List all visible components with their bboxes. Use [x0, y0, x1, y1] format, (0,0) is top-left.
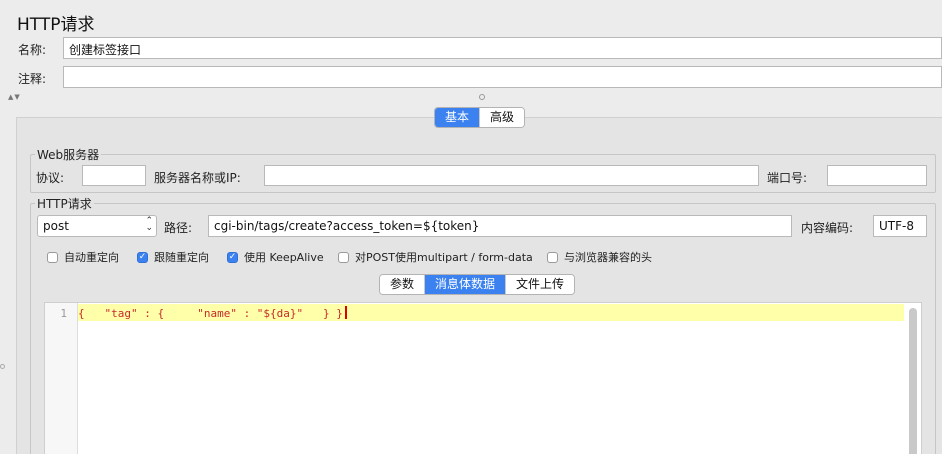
body-data-editor[interactable]: 1 { "tag" : { "name" : "${da}" } }: [44, 302, 922, 454]
http-request-group-title: HTTP请求: [35, 195, 94, 212]
port-label: 端口号:: [767, 171, 808, 185]
browser-headers-label: 与浏览器兼容的头: [564, 251, 652, 264]
tab-body-data[interactable]: 消息体数据: [425, 275, 507, 294]
body-tabs: 参数 消息体数据 文件上传: [379, 274, 576, 295]
follow-redirect-label: 跟随重定向: [154, 251, 209, 264]
keepalive-label: 使用 KeepAlive: [244, 251, 324, 264]
main-tabs: 基本 高级: [434, 107, 526, 128]
multipart-checkbox[interactable]: 对POST使用multipart / form-data: [338, 249, 533, 265]
checkbox-icon: [47, 251, 58, 263]
text-caret: [344, 306, 347, 319]
code-text: { "tag" : { "name" : "${da}" } }: [78, 307, 343, 320]
splitter-handle[interactable]: [479, 94, 485, 100]
web-server-group-title: Web服务器: [35, 146, 102, 163]
side-splitter-handle[interactable]: [0, 364, 5, 369]
port-field[interactable]: [827, 165, 927, 186]
code-line[interactable]: { "tag" : { "name" : "${da}" } }: [78, 306, 347, 320]
checkmark-icon: ✓: [137, 251, 148, 263]
checkbox-icon: [338, 251, 349, 263]
server-field[interactable]: [264, 165, 759, 186]
name-field[interactable]: 创建标签接口: [63, 37, 942, 59]
tab-basic[interactable]: 基本: [435, 108, 481, 127]
tab-file-upload[interactable]: 文件上传: [506, 275, 575, 294]
checkbox-icon: [547, 251, 558, 263]
follow-redirect-checkbox[interactable]: ✓ 跟随重定向: [137, 249, 209, 265]
comment-field[interactable]: [63, 66, 942, 88]
path-label: 路径:: [164, 221, 193, 235]
current-line-highlight: { "tag" : { "name" : "${da}" } }: [78, 304, 904, 321]
name-label: 名称:: [18, 43, 47, 57]
tab-advanced[interactable]: 高级: [480, 108, 525, 127]
line-gutter: 1: [45, 303, 78, 454]
encoding-label: 内容编码:: [801, 221, 854, 235]
server-label: 服务器名称或IP:: [154, 171, 241, 185]
encoding-field[interactable]: UTF-8: [873, 215, 927, 237]
checkmark-icon: ✓: [227, 251, 238, 263]
tab-parameters[interactable]: 参数: [380, 275, 426, 294]
comment-label: 注释:: [18, 72, 47, 86]
splitter-collapse-icon[interactable]: ▲▼: [8, 93, 21, 101]
auto-redirect-checkbox[interactable]: 自动重定向: [47, 249, 119, 265]
vertical-scrollbar[interactable]: [909, 308, 917, 454]
keepalive-checkbox[interactable]: ✓ 使用 KeepAlive: [227, 249, 324, 265]
protocol-field[interactable]: [82, 165, 146, 186]
method-value: post: [43, 219, 69, 233]
multipart-label: 对POST使用multipart / form-data: [355, 251, 533, 264]
page-title: HTTP请求: [17, 15, 95, 35]
line-number: 1: [60, 307, 67, 320]
protocol-label: 协议:: [36, 171, 65, 185]
auto-redirect-label: 自动重定向: [64, 251, 119, 264]
path-field[interactable]: cgi-bin/tags/create?access_token=${token…: [208, 215, 792, 237]
browser-headers-checkbox[interactable]: 与浏览器兼容的头: [547, 249, 652, 265]
chevron-updown-icon: ⌃ ⌄: [145, 216, 153, 233]
method-select[interactable]: post ⌃ ⌄: [37, 215, 157, 237]
